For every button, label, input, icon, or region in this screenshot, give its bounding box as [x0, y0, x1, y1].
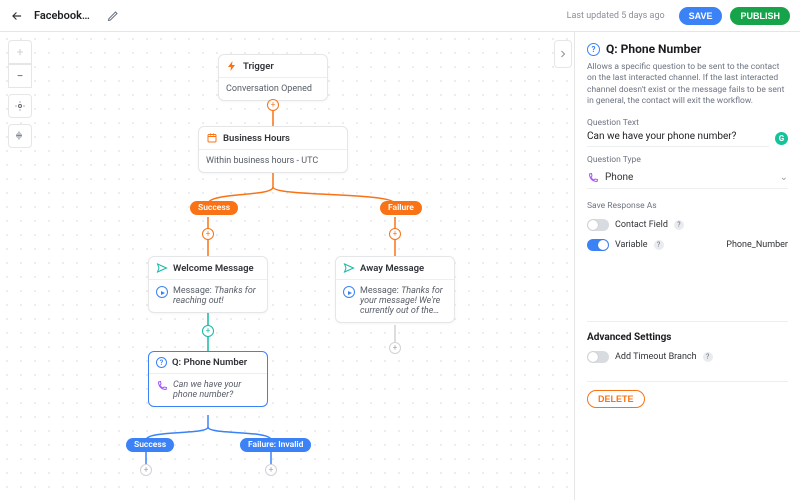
add-step-button[interactable]: +: [140, 464, 152, 476]
add-step-button[interactable]: +: [389, 228, 401, 240]
calendar-icon: [206, 132, 218, 144]
question-text-input[interactable]: Can we have your phone number?: [587, 131, 769, 147]
node-body: Within business hours - UTC: [199, 149, 347, 172]
save-button[interactable]: SAVE: [679, 7, 723, 25]
advanced-settings-heading: Advanced Settings: [587, 321, 788, 343]
phone-icon: [587, 172, 599, 184]
delete-button[interactable]: DELETE: [587, 390, 645, 408]
node-business-hours[interactable]: Business Hours Within business hours - U…: [198, 126, 348, 173]
save-response-label: Save Response As: [587, 201, 788, 211]
add-step-button[interactable]: +: [202, 325, 214, 337]
publish-button[interactable]: PUBLISH: [730, 7, 790, 25]
node-welcome-message[interactable]: Welcome Message Message: Thanks for reac…: [148, 256, 268, 313]
collapse-panel-button[interactable]: [554, 40, 572, 68]
contact-field-toggle[interactable]: [587, 219, 609, 231]
node-title: Business Hours: [223, 133, 290, 144]
topbar: Facebook… Last updated 5 days ago SAVE P…: [0, 0, 800, 32]
node-title: Q: Phone Number: [172, 357, 247, 368]
question-type-label: Question Type: [587, 155, 788, 165]
node-trigger[interactable]: Trigger Conversation Opened: [218, 54, 328, 101]
question-icon: ?: [587, 43, 600, 56]
bolt-icon: [226, 60, 238, 72]
chevron-down-icon: ⌄: [780, 172, 788, 183]
node-title: Welcome Message: [173, 263, 254, 274]
help-icon[interactable]: ?: [654, 240, 664, 250]
edit-title-button[interactable]: [106, 9, 120, 23]
timeout-toggle[interactable]: [587, 351, 609, 363]
node-title: Away Message: [360, 263, 424, 274]
grammarly-icon: G: [775, 132, 788, 145]
help-icon[interactable]: ?: [674, 220, 684, 230]
add-step-button[interactable]: +: [389, 342, 401, 354]
send-icon: [156, 262, 168, 274]
last-updated-label: Last updated 5 days ago: [567, 11, 665, 21]
add-step-button[interactable]: +: [202, 228, 214, 240]
branch-pill-success: Success: [190, 201, 238, 215]
send-icon: [343, 262, 355, 274]
details-panel: ? Q: Phone Number Allows a specific ques…: [574, 32, 800, 500]
node-body: Can we have your phone number?: [173, 380, 260, 400]
node-question-phone[interactable]: ? Q: Phone Number Can we have your phone…: [148, 351, 268, 407]
play-icon: [343, 286, 355, 298]
variable-toggle[interactable]: [587, 239, 609, 251]
node-title: Trigger: [243, 61, 274, 72]
node-body: Conversation Opened: [219, 77, 327, 100]
timeout-label: Add Timeout Branch: [615, 352, 697, 362]
branch-pill-failure-invalid: Failure: Invalid: [240, 438, 311, 452]
back-button[interactable]: [10, 9, 24, 23]
branch-pill-success: Success: [126, 438, 174, 452]
play-icon: [156, 286, 168, 298]
node-away-message[interactable]: Away Message Message: Thanks for your me…: [335, 256, 455, 323]
variable-label: Variable: [615, 240, 648, 250]
workflow-canvas[interactable]: + −: [0, 32, 574, 500]
question-type-select[interactable]: Phone ⌄: [587, 168, 788, 189]
add-step-button[interactable]: +: [267, 99, 279, 111]
add-step-button[interactable]: +: [265, 464, 277, 476]
variable-name-input[interactable]: Phone_Number: [726, 240, 788, 250]
phone-icon: [156, 380, 168, 392]
workflow-title: Facebook…: [34, 9, 90, 22]
contact-field-label: Contact Field: [615, 220, 668, 230]
question-text-label: Question Text: [587, 118, 788, 128]
help-icon[interactable]: ?: [703, 352, 713, 362]
branch-pill-failure: Failure: [380, 201, 422, 215]
panel-description: Allows a specific question to be sent to…: [587, 62, 788, 108]
question-icon: ?: [156, 357, 167, 368]
panel-title: Q: Phone Number: [606, 42, 701, 56]
